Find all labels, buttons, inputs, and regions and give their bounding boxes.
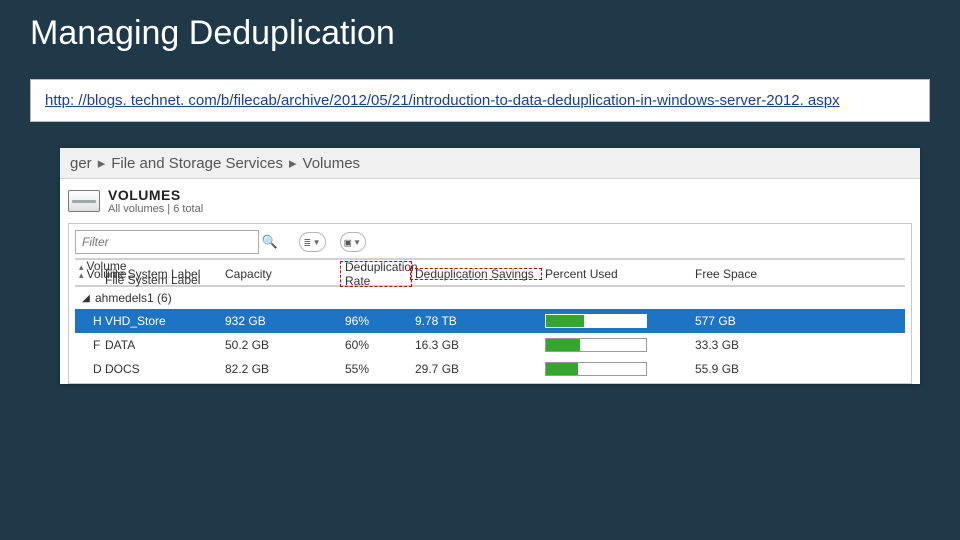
col-dedup-rate-header[interactable]: Deduplication Rate: [341, 260, 411, 288]
cell-dedup-rate: 55%: [341, 362, 411, 376]
usage-bar: [545, 338, 647, 352]
usage-bar: [545, 314, 647, 328]
section-title: VOLUMES: [108, 187, 203, 203]
cell-capacity: 50.2 GB: [221, 338, 341, 352]
reference-url-link[interactable]: http: //blogs. technet. com/b/filecab/ar…: [45, 92, 840, 109]
cell-dedup-savings: 29.7 GB: [411, 362, 541, 376]
cell-percent-used: [541, 362, 691, 376]
col-volume-header[interactable]: Volume: [75, 267, 101, 281]
toolbar: 🔍 ≣ ▼ ▣ ▼: [75, 230, 905, 258]
save-icon: ▣: [345, 236, 352, 249]
slide-title: Managing Deduplication: [0, 0, 960, 59]
volumes-panel: 🔍 ≣ ▼ ▣ ▼ Volume File System Label Capac…: [68, 223, 912, 384]
volumes-section-header: VOLUMES All volumes | 6 total: [60, 179, 920, 219]
group-row[interactable]: ◢ ahmedels1 (6): [75, 287, 905, 309]
table-row[interactable]: F:DATA50.2 GB60%16.3 GB 33.3 GB: [75, 333, 905, 357]
drive-icon: [68, 190, 100, 212]
col-capacity-header[interactable]: Capacity: [221, 267, 341, 281]
list-options-button[interactable]: ≣ ▼: [299, 232, 326, 252]
col-percent-used-header[interactable]: Percent Used: [541, 267, 691, 281]
section-subtitle: All volumes | 6 total: [108, 203, 203, 215]
cell-label: DATA: [101, 338, 221, 352]
cell-label: VHD_Store: [101, 314, 221, 328]
chevron-right-icon: ▸: [92, 155, 112, 172]
cell-capacity: 932 GB: [221, 314, 341, 328]
table-row[interactable]: H:VHD_Store932 GB96%9.78 TB 577 GB: [75, 309, 905, 333]
col-dedup-savings-header[interactable]: Deduplication Savings: [411, 267, 541, 281]
cell-dedup-rate: 96%: [341, 314, 411, 328]
breadcrumb-seg-2[interactable]: File and Storage Services: [111, 155, 283, 172]
cell-free: 55.9 GB: [691, 362, 821, 376]
server-manager-window: ger▸File and Storage Services▸Volumes VO…: [60, 148, 920, 384]
cell-volume: H:: [75, 314, 101, 328]
usage-bar: [545, 362, 647, 376]
breadcrumb-seg-1[interactable]: ger: [70, 155, 92, 172]
cell-dedup-savings: 9.78 TB: [411, 314, 541, 328]
cell-dedup-rate: 60%: [341, 338, 411, 352]
save-options-button[interactable]: ▣ ▼: [340, 232, 367, 252]
cell-free: 577 GB: [691, 314, 821, 328]
cell-free: 33.3 GB: [691, 338, 821, 352]
col-free-header[interactable]: Free Space: [691, 267, 821, 281]
volumes-table: Volume File System Label Capacity Volume…: [75, 258, 905, 381]
col-label-header[interactable]: File System Label: [101, 267, 221, 281]
cell-percent-used: [541, 314, 691, 328]
disclosure-triangle-icon[interactable]: ◢: [77, 293, 95, 304]
filter-input[interactable]: [75, 230, 259, 254]
reference-url-box: http: //blogs. technet. com/b/filecab/ar…: [30, 79, 930, 122]
breadcrumb: ger▸File and Storage Services▸Volumes: [60, 148, 920, 179]
cell-label: DOCS: [101, 362, 221, 376]
table-row[interactable]: D:DOCS82.2 GB55%29.7 GB 55.9 GB: [75, 357, 905, 381]
cell-volume: D:: [75, 362, 101, 376]
search-icon[interactable]: 🔍: [259, 234, 281, 250]
chevron-right-icon: ▸: [283, 155, 303, 172]
chevron-down-icon: ▼: [313, 238, 321, 247]
cell-capacity: 82.2 GB: [221, 362, 341, 376]
group-name: ahmedels1 (6): [95, 291, 172, 305]
breadcrumb-seg-3[interactable]: Volumes: [303, 155, 361, 172]
cell-percent-used: [541, 338, 691, 352]
cell-volume: F:: [75, 338, 101, 352]
list-icon: ≣: [304, 236, 311, 249]
cell-dedup-savings: 16.3 GB: [411, 338, 541, 352]
chevron-down-icon: ▼: [353, 238, 361, 247]
